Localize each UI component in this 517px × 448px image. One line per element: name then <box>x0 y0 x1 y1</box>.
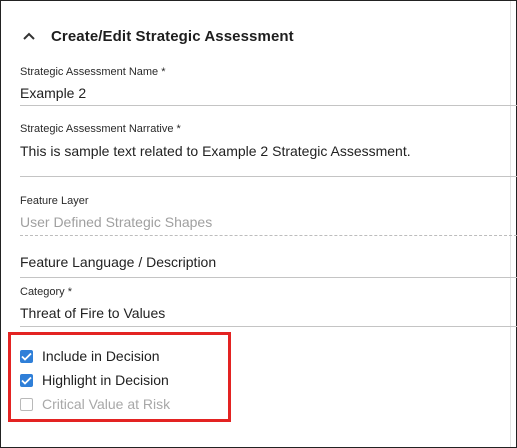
feature-layer-field: Feature Layer User Defined Strategic Sha… <box>20 195 212 231</box>
assessment-narrative-underline <box>20 176 517 177</box>
assessment-name-field[interactable]: Strategic Assessment Name * Example 2 <box>20 66 166 102</box>
feature-language-input[interactable]: Feature Language / Description <box>20 253 216 271</box>
panel-title: Create/Edit Strategic Assessment <box>51 27 294 45</box>
assessment-narrative-input[interactable]: This is sample text related to Example 2… <box>20 142 411 160</box>
assessment-name-underline <box>20 105 517 106</box>
category-select[interactable]: Threat of Fire to Values <box>20 304 165 322</box>
category-field[interactable]: Category * Threat of Fire to Values <box>20 286 165 322</box>
assessment-narrative-label: Strategic Assessment Narrative * <box>20 123 181 135</box>
feature-language-underline <box>20 277 517 278</box>
assessment-panel: Create/Edit Strategic Assessment Strateg… <box>0 0 517 448</box>
feature-layer-label: Feature Layer <box>20 195 89 207</box>
feature-layer-underline <box>20 235 517 236</box>
category-underline <box>20 326 517 327</box>
assessment-name-label: Strategic Assessment Name * <box>20 66 166 78</box>
annotation-highlight-box <box>8 332 231 422</box>
assessment-name-input[interactable]: Example 2 <box>20 84 166 102</box>
scrollbar-track[interactable] <box>510 1 511 447</box>
feature-language-field[interactable]: Feature Language / Description <box>20 253 216 271</box>
category-label: Category * <box>20 286 72 298</box>
feature-layer-value: User Defined Strategic Shapes <box>20 214 213 230</box>
assessment-narrative-field[interactable]: Strategic Assessment Narrative * This is… <box>20 123 411 160</box>
chevron-up-icon[interactable] <box>23 31 37 41</box>
panel-header[interactable]: Create/Edit Strategic Assessment <box>23 25 294 47</box>
